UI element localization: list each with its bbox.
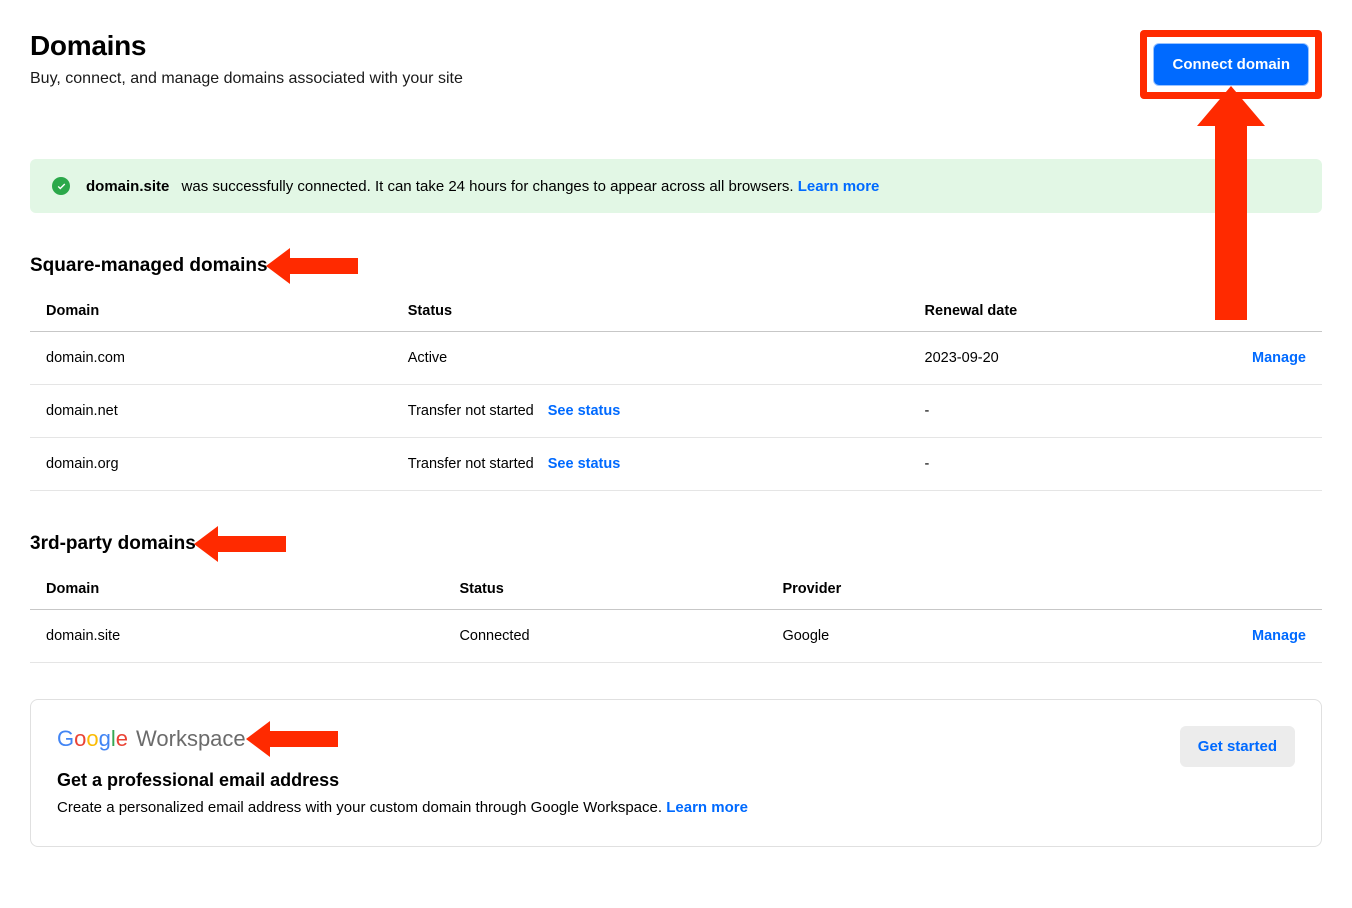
col-domain: Domain: [30, 289, 392, 332]
third-party-domains-table: Domain Status Provider domain.site Conne…: [30, 567, 1322, 663]
cell-status: Active: [408, 350, 448, 366]
cell-renewal: 2023-09-20: [909, 332, 1193, 385]
alert-message: was successfully connected. It can take …: [182, 178, 794, 195]
col-domain: Domain: [30, 567, 443, 610]
page-subtitle: Buy, connect, and manage domains associa…: [30, 70, 463, 88]
col-status: Status: [443, 567, 766, 610]
annotation-arrow-left-icon: [288, 258, 358, 274]
manage-link[interactable]: Manage: [1252, 628, 1306, 644]
annotation-arrow-left-icon: [268, 731, 338, 747]
cell-status: Transfer not started: [408, 403, 534, 419]
table-row: domain.site Connected Google Manage: [30, 610, 1322, 663]
page-title: Domains: [30, 30, 463, 62]
workspace-learn-more-link[interactable]: Learn more: [666, 799, 748, 816]
cell-renewal: -: [909, 438, 1193, 491]
get-started-button[interactable]: Get started: [1180, 726, 1295, 767]
cell-domain: domain.org: [30, 438, 392, 491]
table-row: domain.com Active 2023-09-20 Manage: [30, 332, 1322, 385]
square-domains-table: Domain Status Renewal date domain.com Ac…: [30, 289, 1322, 491]
see-status-link[interactable]: See status: [548, 456, 621, 472]
square-managed-heading: Square-managed domains: [30, 255, 268, 277]
cell-status: Transfer not started: [408, 456, 534, 472]
workspace-body: Create a personalized email address with…: [57, 799, 662, 816]
cell-domain: domain.com: [30, 332, 392, 385]
google-workspace-card: Google Workspace Get a professional emai…: [30, 699, 1322, 847]
table-row: domain.net Transfer not started See stat…: [30, 385, 1322, 438]
workspace-heading: Get a professional email address: [57, 770, 1160, 791]
cell-provider: Google: [766, 610, 1192, 663]
cell-domain: domain.net: [30, 385, 392, 438]
google-workspace-logo: Google Workspace: [57, 726, 246, 752]
third-party-heading: 3rd-party domains: [30, 533, 196, 555]
table-row: domain.org Transfer not started See stat…: [30, 438, 1322, 491]
alert-domain: domain.site: [86, 178, 169, 195]
cell-renewal: -: [909, 385, 1193, 438]
col-status: Status: [392, 289, 909, 332]
check-circle-icon: [52, 177, 70, 195]
success-alert: domain.site was successfully connected. …: [30, 159, 1322, 213]
cell-status: Connected: [443, 610, 766, 663]
col-provider: Provider: [766, 567, 1192, 610]
annotation-arrow-up-icon: [1215, 120, 1247, 320]
see-status-link[interactable]: See status: [548, 403, 621, 419]
cell-domain: domain.site: [30, 610, 443, 663]
col-renewal: Renewal date: [909, 289, 1193, 332]
annotation-arrow-left-icon: [216, 536, 286, 552]
connect-domain-button[interactable]: Connect domain: [1153, 43, 1309, 86]
alert-learn-more-link[interactable]: Learn more: [798, 178, 880, 195]
manage-link[interactable]: Manage: [1252, 350, 1306, 366]
